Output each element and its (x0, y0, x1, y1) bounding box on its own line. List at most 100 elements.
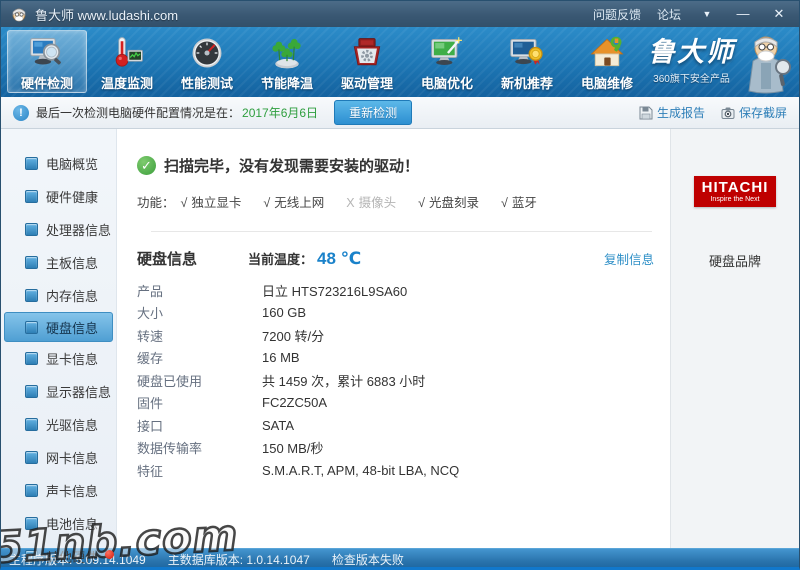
section-divider (151, 231, 652, 232)
tab-hardware-detect[interactable]: 硬件检测 (7, 30, 87, 93)
brand-subtitle: 360旗下安全产品 (648, 70, 735, 85)
house-wrench-icon (586, 34, 628, 72)
save-screenshot-link[interactable]: 保存截屏 (721, 104, 787, 121)
sidebar-item-hardware-health[interactable]: 硬件健康 (4, 180, 113, 213)
title-bar: 鲁大师 www.ludashi.com 问题反馈 论坛 ▼ — ✕ (1, 1, 799, 27)
feature-disc-burning: √光盘刻录 (418, 192, 479, 211)
square-bullet-icon (25, 157, 38, 170)
features-label: 功能： (137, 192, 175, 211)
app-logo-icon (11, 6, 28, 23)
feature-bluetooth: √蓝牙 (501, 192, 537, 211)
sidebar-item-label: 声卡信息 (46, 481, 98, 500)
db-version-text: 主数据库版本: 1.0.14.1047 (168, 551, 310, 568)
hitachi-logo-tagline: Inspire the Next (702, 195, 769, 204)
table-row-size: 大小160 GB (137, 302, 670, 325)
sidebar-item-network-card-info[interactable]: 网卡信息 (4, 441, 113, 474)
brand-area: 鲁大师 360旗下安全产品 (648, 30, 793, 93)
main-version-text: 主程序版本: 5.09.14.1049 (9, 551, 146, 568)
toolbox-icon (346, 34, 388, 72)
sidebar-item-display-info[interactable]: 显示器信息 (4, 375, 113, 408)
table-row-product: 产品日立 HTS723216L9SA60 (137, 279, 670, 302)
tab-temperature-monitor[interactable]: 温度监测 (87, 30, 167, 93)
ludashi-window: 鲁大师 www.ludashi.com 问题反馈 论坛 ▼ — ✕ 硬件检测 (0, 0, 800, 570)
feature-camera: X摄像头 (346, 192, 396, 211)
square-bullet-icon (25, 385, 38, 398)
sidebar-item-cpu-info[interactable]: 处理器信息 (4, 213, 113, 246)
tab-driver-manage[interactable]: 驱动管理 (327, 30, 407, 93)
tab-pc-optimize[interactable]: 电脑优化 (407, 30, 487, 93)
sidebar-item-memory-info[interactable]: 内存信息 (4, 279, 113, 312)
check-version-status: 检查版本失败 (332, 551, 404, 568)
sidebar-item-label: 显卡信息 (46, 349, 98, 368)
current-temp-label: 当前温度： (248, 249, 313, 268)
square-bullet-icon (25, 321, 38, 334)
tab-performance-test[interactable]: 性能测试 (167, 30, 247, 93)
disk-section-title: 硬盘信息 (137, 248, 248, 269)
table-row-firmware: 固件FC2ZC50A (137, 392, 670, 415)
monitor-medal-icon (506, 34, 548, 72)
square-bullet-icon (25, 517, 38, 530)
tab-new-machine[interactable]: 新机推荐 (487, 30, 567, 93)
last-detect-date: 2017年6月6日 (242, 104, 318, 121)
scan-status-text: 扫描完毕，没有发现需要安装的驱动！ (164, 155, 419, 176)
monitor-magnifier-icon (26, 34, 68, 72)
monitor-wand-icon (426, 34, 468, 72)
tab-label: 电脑维修 (581, 73, 633, 92)
features-row: 功能： √独立显卡 √无线上网 X摄像头 √光盘刻录 √蓝牙 (137, 192, 670, 211)
table-row-interface: 接口SATA (137, 414, 670, 437)
menu-dropdown-icon[interactable]: ▼ (697, 7, 717, 21)
sidebar-item-label: 硬件健康 (46, 187, 98, 206)
current-temp-value: 48 ℃ (317, 249, 361, 269)
sidebar-item-battery-info[interactable]: 电池信息 (4, 507, 113, 540)
sidebar-item-label: 内存信息 (46, 286, 98, 305)
sidebar-item-label: 电脑概览 (46, 154, 98, 173)
gauge-icon (186, 34, 228, 72)
sidebar-item-gpu-info[interactable]: 显卡信息 (4, 342, 113, 375)
feature-wireless: √无线上网 (263, 192, 324, 211)
feedback-link[interactable]: 问题反馈 (593, 6, 641, 23)
square-bullet-icon (25, 352, 38, 365)
square-bullet-icon (25, 223, 38, 236)
square-bullet-icon (25, 418, 38, 431)
sidebar-item-sound-card-info[interactable]: 声卡信息 (4, 474, 113, 507)
clover-icon (266, 34, 308, 72)
sidebar-item-pc-overview[interactable]: 电脑概览 (4, 147, 113, 180)
sidebar-item-motherboard-info[interactable]: 主板信息 (4, 246, 113, 279)
tab-label: 驱动管理 (341, 73, 393, 92)
app-title: 鲁大师 www.ludashi.com (35, 5, 178, 24)
sidebar-item-disk-info[interactable]: 硬盘信息 (4, 312, 113, 342)
sidebar: 电脑概览 硬件健康 处理器信息 主板信息 内存信息 硬盘信息 (1, 129, 117, 548)
close-button[interactable]: ✕ (769, 7, 789, 21)
generate-report-link[interactable]: 生成报告 (639, 104, 705, 121)
tab-label: 节能降温 (261, 73, 313, 92)
table-row-cache: 缓存16 MB (137, 347, 670, 370)
content-area: 电脑概览 硬件健康 处理器信息 主板信息 内存信息 硬盘信息 (1, 129, 799, 548)
square-bullet-icon (25, 451, 38, 464)
mascot-icon (739, 33, 791, 95)
tab-label: 性能测试 (181, 73, 233, 92)
sidebar-item-label: 网卡信息 (46, 448, 98, 467)
tab-energy-saving[interactable]: 节能降温 (247, 30, 327, 93)
info-icon: ! (13, 105, 29, 121)
sidebar-item-optical-drive-info[interactable]: 光驱信息 (4, 408, 113, 441)
sidebar-item-label: 显示器信息 (46, 382, 111, 401)
table-row-rpm: 转速7200 转/分 (137, 324, 670, 347)
copy-info-link[interactable]: 复制信息 (604, 249, 654, 268)
tab-label: 新机推荐 (501, 73, 553, 92)
sidebar-item-label: 光驱信息 (46, 415, 98, 434)
forum-link[interactable]: 论坛 (657, 6, 681, 23)
notice-bar: ! 最后一次检测电脑硬件配置情况是在： 2017年6月6日 重新检测 生成报告 (1, 97, 799, 129)
main-toolbar: 硬件检测 温度监测 (1, 27, 799, 97)
last-detect-text: 最后一次检测电脑硬件配置情况是在： (36, 104, 240, 121)
floppy-icon (639, 106, 653, 120)
ludashi-logo: 鲁大师 (648, 38, 735, 68)
tab-label: 硬件检测 (21, 73, 73, 92)
tab-pc-repair[interactable]: 电脑维修 (567, 30, 647, 93)
table-row-transfer-rate: 数据传输率150 MB/秒 (137, 437, 670, 460)
minimize-button[interactable]: — (733, 7, 753, 21)
redetect-button[interactable]: 重新检测 (334, 100, 412, 125)
square-bullet-icon (25, 190, 38, 203)
feature-discrete-gpu: √独立显卡 (181, 192, 242, 211)
save-screenshot-label: 保存截屏 (739, 104, 787, 121)
sidebar-item-label: 电池信息 (46, 514, 98, 533)
